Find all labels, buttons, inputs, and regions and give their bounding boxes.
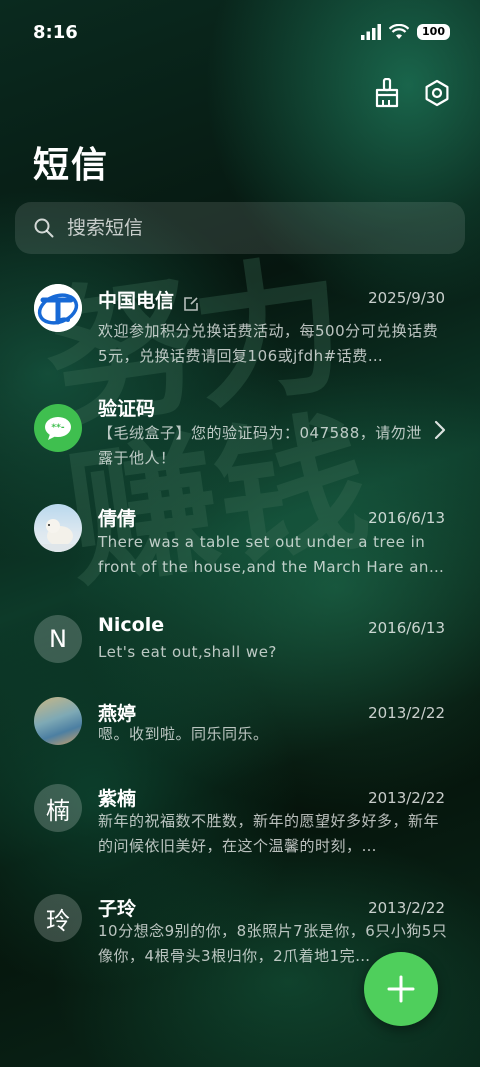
status-bar: 8:16 100 [0, 0, 480, 66]
conversation-preview: 嗯。收到啦。同乐同乐。 [98, 725, 269, 743]
external-link-icon [184, 297, 198, 311]
conversation-name: 验证码 [98, 398, 156, 420]
avatar: 楠 [34, 784, 82, 832]
conversation-preview: 欢迎参加积分兑换话费活动，每500分可兑换话费5元，兑换话费请回复106或jfd… [98, 322, 439, 365]
conversation-date: 2013/2/22 [368, 789, 445, 807]
conversation-name: 中国电信 [98, 290, 175, 312]
conversation-date: 2025/9/30 [368, 289, 445, 307]
conversation-date: 2013/2/22 [368, 704, 445, 722]
broom-icon [375, 78, 399, 108]
svg-text:**-: **- [51, 423, 64, 433]
conversation-date: 2013/2/22 [368, 899, 445, 917]
signal-icon [361, 24, 382, 40]
polar-bear-photo-icon [34, 504, 82, 552]
conversation-preview: Let's eat out,shall we? [98, 643, 277, 661]
conversation-date: 2016/6/13 [368, 509, 445, 527]
settings-button[interactable] [422, 78, 452, 108]
search-icon [33, 217, 55, 239]
conversation-item[interactable]: 楠 紫楠 2013/2/22 新年的祝福数不胜数，新年的愿望好多好多，新年的问候… [0, 780, 480, 880]
message-bubble-icon: **- [34, 404, 82, 452]
page-title: 短信 [33, 145, 110, 186]
avatar: N [34, 615, 82, 663]
wifi-icon [389, 24, 410, 39]
status-icons: 100 [361, 24, 450, 40]
conversation-date: 2016/6/13 [368, 619, 445, 637]
conversation-item[interactable]: 中国电信 2025/9/30 欢迎参加积分兑换话费活动，每500分可兑换话费5元… [0, 280, 480, 380]
china-telecom-logo-icon [34, 284, 82, 332]
conversation-preview: There was a table set out under a tree i… [98, 533, 445, 576]
conversation-name: 子玲 [98, 898, 137, 920]
conversation-name: Nicole [98, 614, 165, 636]
status-time: 8:16 [33, 22, 78, 43]
clean-button[interactable] [372, 78, 402, 108]
battery-indicator: 100 [417, 24, 450, 40]
new-message-button[interactable] [364, 952, 438, 1026]
gear-icon [425, 79, 449, 107]
conversation-item[interactable]: N Nicole 2016/6/13 Let's eat out,shall w… [0, 610, 480, 690]
conversation-preview: 【毛绒盒子】您的验证码为：047588，请勿泄露于他人！ [98, 424, 422, 467]
search-bar[interactable] [15, 202, 465, 254]
plus-icon [387, 975, 415, 1003]
avatar: 玲 [34, 894, 82, 942]
search-input[interactable] [65, 216, 429, 240]
chevron-right-icon [434, 420, 446, 440]
conversation-item[interactable]: **- 验证码 【毛绒盒子】您的验证码为：047588，请勿泄露于他人！ [0, 390, 480, 485]
conversation-name: 倩倩 [98, 508, 137, 530]
conversation-name: 紫楠 [98, 788, 137, 810]
conversation-item[interactable]: 倩倩 2016/6/13 There was a table set out u… [0, 500, 480, 600]
top-actions [372, 78, 452, 108]
conversation-item[interactable]: 燕婷 2013/2/22 嗯。收到啦。同乐同乐。 [0, 695, 480, 775]
conversation-preview: 新年的祝福数不胜数，新年的愿望好多好多，新年的问候依旧美好，在这个温馨的时刻，… [98, 812, 440, 855]
painting-photo-icon [34, 697, 82, 745]
